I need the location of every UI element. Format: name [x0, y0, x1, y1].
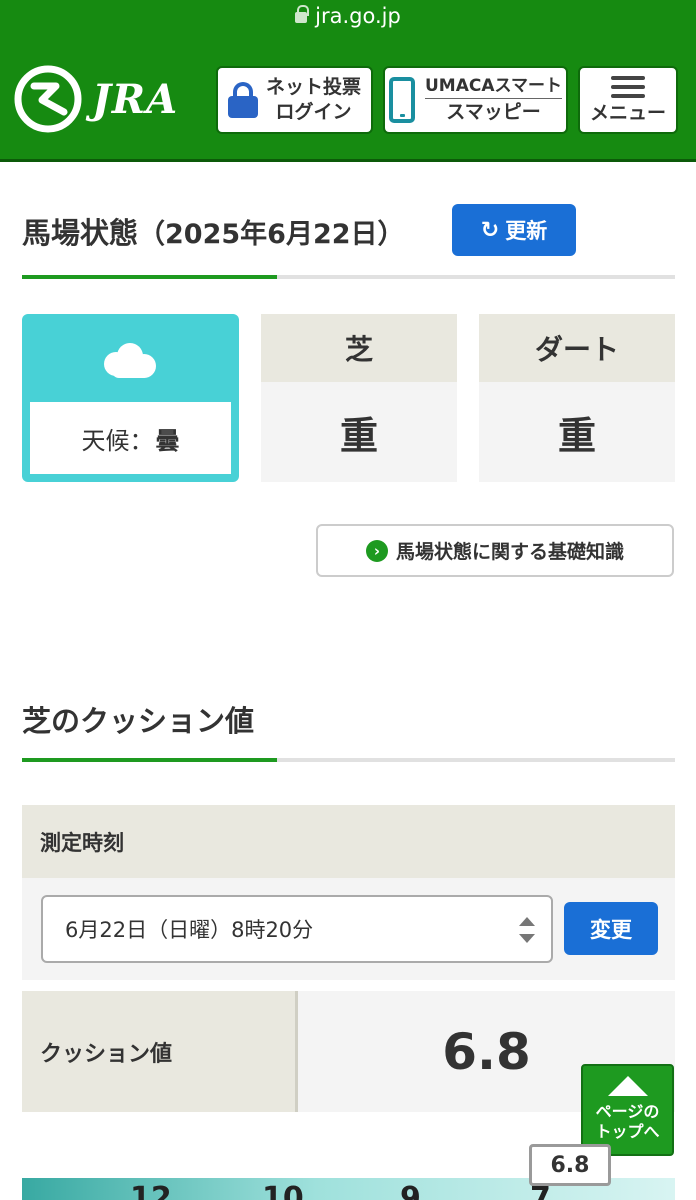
- smartphone-icon: [388, 77, 415, 123]
- net-vote-label: ネット投票: [265, 76, 361, 98]
- weather-value: 曇: [155, 426, 180, 455]
- measure-time-row: 6月22日（日曜）8時20分 変更: [22, 878, 675, 980]
- menu-label: メニュー: [589, 102, 666, 124]
- dirt-condition: 重: [479, 382, 675, 482]
- weather-card: 天候：曇: [22, 314, 239, 482]
- track-status-heading: 馬場状態: [22, 216, 139, 250]
- track-basics-label: 馬場状態に関する基礎知識: [395, 541, 624, 563]
- menu-button[interactable]: メニュー: [578, 66, 678, 134]
- turf-status-card: 芝 重: [261, 314, 457, 482]
- cushion-value-label: クッション値: [22, 991, 298, 1112]
- page-top-label-1: ページの: [595, 1102, 660, 1121]
- umaca-label: UMACAスマート: [424, 75, 562, 99]
- dirt-status-card: ダート 重: [479, 314, 675, 482]
- jra-horse-mark-icon: [14, 65, 82, 133]
- section-divider: [22, 275, 675, 279]
- measure-time-select[interactable]: 6月22日（日曜）8時20分: [41, 895, 553, 963]
- cloud-icon: [104, 343, 156, 378]
- net-vote-login-button[interactable]: ネット投票 ログイン: [216, 66, 373, 134]
- track-status-date: （2025年6月22日）: [138, 219, 405, 250]
- gauge-tick: 9: [400, 1181, 421, 1200]
- select-arrows-icon: [519, 917, 535, 943]
- cushion-title: 芝のクッション値: [22, 704, 255, 738]
- url-bar[interactable]: jra.go.jp: [0, 2, 696, 32]
- page-top-label-2: トップへ: [595, 1122, 660, 1141]
- arrow-up-icon: [607, 1076, 648, 1096]
- refresh-button[interactable]: ↻ 更新: [452, 204, 576, 256]
- chevron-right-icon: ›: [365, 539, 388, 562]
- weather-label: 天候：: [81, 426, 154, 455]
- padlock-icon: [227, 82, 258, 118]
- refresh-icon: ↻: [480, 217, 500, 243]
- turf-condition: 重: [261, 382, 457, 482]
- smappy-label: スマッピー: [446, 101, 541, 123]
- lock-icon: [295, 5, 310, 23]
- change-button[interactable]: 変更: [564, 902, 658, 955]
- refresh-label: 更新: [505, 219, 548, 243]
- gauge-tick: 10: [262, 1181, 304, 1200]
- hamburger-icon: [611, 76, 645, 98]
- section-divider: [22, 758, 675, 762]
- gauge-marker: 6.8: [529, 1144, 611, 1186]
- logo-text: JRA: [92, 75, 179, 123]
- weather-status: 天候：曇: [30, 402, 231, 474]
- turf-label: 芝: [261, 314, 457, 382]
- track-basics-link[interactable]: › 馬場状態に関する基礎知識: [316, 524, 674, 577]
- site-header: jra.go.jp JRA ネット投票 ログイン UMACAスマート スマッピー…: [0, 0, 696, 162]
- measure-time-header: 測定時刻: [22, 805, 675, 878]
- page-top-button[interactable]: ページの トップへ: [581, 1064, 674, 1156]
- jra-logo[interactable]: JRA: [12, 64, 178, 134]
- login-label: ログイン: [275, 101, 352, 123]
- track-status-title: 馬場状態（2025年6月22日）: [22, 210, 405, 252]
- selected-time: 6月22日（日曜）8時20分: [65, 918, 314, 942]
- url-text: jra.go.jp: [315, 4, 401, 28]
- gauge-tick: 12: [130, 1181, 172, 1200]
- gauge-tick: 7: [530, 1181, 551, 1200]
- umaca-smappy-button[interactable]: UMACAスマート スマッピー: [383, 66, 568, 134]
- dirt-label: ダート: [479, 314, 675, 382]
